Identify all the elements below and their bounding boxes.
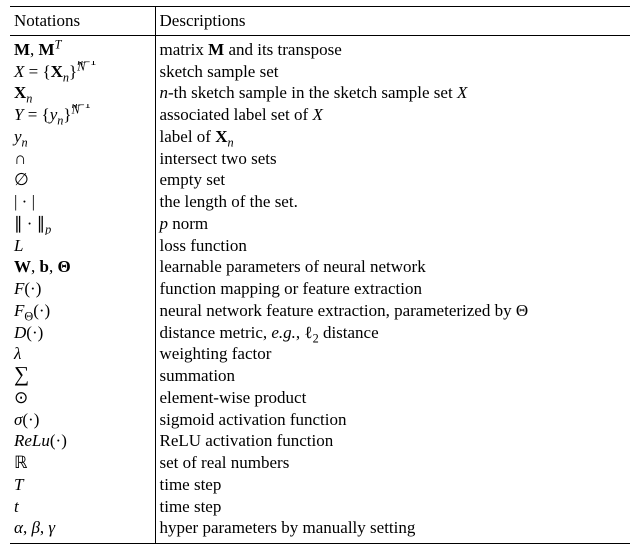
table-row: Lloss function xyxy=(10,235,630,257)
notation-cell: L xyxy=(10,235,155,257)
description-cell: matrix M and its transpose xyxy=(155,35,630,60)
table-row: W, b, Θlearnable parameters of neural ne… xyxy=(10,256,630,278)
description-cell: function mapping or feature extraction xyxy=(155,278,630,300)
description-cell: set of real numbers xyxy=(155,452,630,474)
notation-cell: ∅ xyxy=(10,169,155,191)
table-row: λweighting factor xyxy=(10,343,630,365)
header-notations: Notations xyxy=(10,7,155,36)
table-row: Xnn-th sketch sample in the sketch sampl… xyxy=(10,82,630,104)
description-cell: loss function xyxy=(155,235,630,257)
notation-cell: W, b, Θ xyxy=(10,256,155,278)
description-cell: learnable parameters of neural network xyxy=(155,256,630,278)
description-cell: ReLU activation function xyxy=(155,430,630,452)
description-cell: n-th sketch sample in the sketch sample … xyxy=(155,82,630,104)
table-row: ∥ · ∥pp norm xyxy=(10,213,630,235)
table-row: ℝset of real numbers xyxy=(10,452,630,474)
table-row: ∑summation xyxy=(10,365,630,387)
table-row: D(·)distance metric, e.g., ℓ2 distance xyxy=(10,322,630,344)
description-cell: element-wise product xyxy=(155,387,630,409)
notation-cell: λ xyxy=(10,343,155,365)
notation-cell: α, β, γ xyxy=(10,517,155,543)
notation-cell: M, MT xyxy=(10,35,155,60)
notation-cell: ReLu(·) xyxy=(10,430,155,452)
notation-cell: yn xyxy=(10,126,155,148)
description-cell: neural network feature extraction, param… xyxy=(155,300,630,322)
notation-table: Notations Descriptions M, MTmatrix M and… xyxy=(10,6,630,544)
description-cell: weighting factor xyxy=(155,343,630,365)
description-cell: empty set xyxy=(155,169,630,191)
description-cell: the length of the set. xyxy=(155,191,630,213)
table-row: Y = {yn}Nn=1associated label set of X xyxy=(10,104,630,126)
table-row: Ttime step xyxy=(10,474,630,496)
table-row: | · |the length of the set. xyxy=(10,191,630,213)
table-row: ∅empty set xyxy=(10,169,630,191)
notation-cell: FΘ(·) xyxy=(10,300,155,322)
table-row: ReLu(·)ReLU activation function xyxy=(10,430,630,452)
table-row: σ(·)sigmoid activation function xyxy=(10,409,630,431)
notation-cell: ℝ xyxy=(10,452,155,474)
description-cell: associated label set of X xyxy=(155,104,630,126)
description-cell: sketch sample set xyxy=(155,61,630,83)
header-descriptions: Descriptions xyxy=(155,7,630,36)
description-cell: intersect two sets xyxy=(155,148,630,170)
notation-cell: ∥ · ∥p xyxy=(10,213,155,235)
table-row: M, MTmatrix M and its transpose xyxy=(10,35,630,60)
description-cell: time step xyxy=(155,474,630,496)
notation-cell: X = {Xn}Nn=1 xyxy=(10,61,155,83)
table-row: ynlabel of Xn xyxy=(10,126,630,148)
description-cell: distance metric, e.g., ℓ2 distance xyxy=(155,322,630,344)
notation-cell: ⊙ xyxy=(10,387,155,409)
description-cell: sigmoid activation function xyxy=(155,409,630,431)
table-row: FΘ(·)neural network feature extraction, … xyxy=(10,300,630,322)
notation-cell: F(·) xyxy=(10,278,155,300)
description-cell: label of Xn xyxy=(155,126,630,148)
table-header-row: Notations Descriptions xyxy=(10,7,630,36)
description-cell: hyper parameters by manually setting xyxy=(155,517,630,543)
table-row: ∩intersect two sets xyxy=(10,148,630,170)
notation-cell: T xyxy=(10,474,155,496)
table-row: X = {Xn}Nn=1sketch sample set xyxy=(10,61,630,83)
table-row: F(·)function mapping or feature extracti… xyxy=(10,278,630,300)
description-cell: p norm xyxy=(155,213,630,235)
notation-cell: D(·) xyxy=(10,322,155,344)
notation-cell: Y = {yn}Nn=1 xyxy=(10,104,155,126)
notation-cell: | · | xyxy=(10,191,155,213)
notation-cell: Xn xyxy=(10,82,155,104)
notation-cell: ∑ xyxy=(10,365,155,387)
notation-cell: σ(·) xyxy=(10,409,155,431)
description-cell: summation xyxy=(155,365,630,387)
table-row: α, β, γhyper parameters by manually sett… xyxy=(10,517,630,543)
table-row: ⊙element-wise product xyxy=(10,387,630,409)
notation-cell: ∩ xyxy=(10,148,155,170)
